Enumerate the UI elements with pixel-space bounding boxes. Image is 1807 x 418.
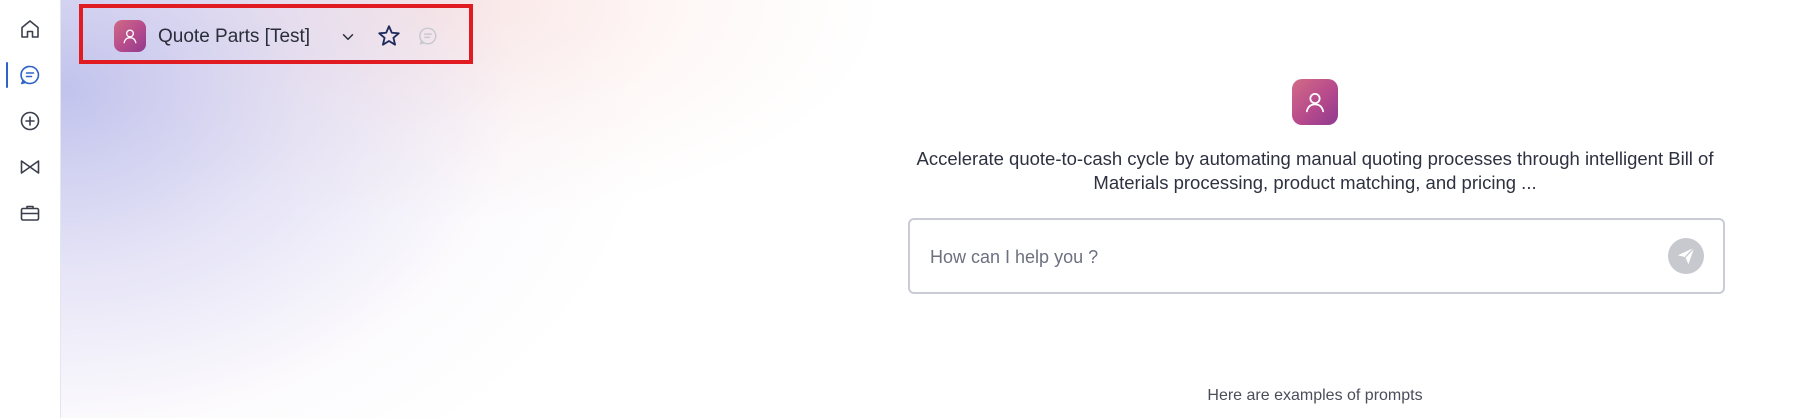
agent-selector-highlight: Quote Parts [Test] xyxy=(79,4,473,64)
add-circle-icon xyxy=(20,111,40,131)
agent-name[interactable]: Quote Parts [Test] xyxy=(158,26,310,48)
nav-home-button[interactable] xyxy=(15,14,45,44)
agent-hero-avatar xyxy=(1292,79,1338,125)
prompt-box xyxy=(908,218,1725,294)
agent-avatar xyxy=(114,20,146,52)
person-icon xyxy=(1305,92,1325,113)
person-icon xyxy=(123,29,137,44)
prompt-input[interactable] xyxy=(928,240,1632,274)
examples-label: Here are examples of prompts xyxy=(1207,387,1423,404)
agent-description: Accelerate quote-to-cash cycle by automa… xyxy=(916,148,1714,193)
send-icon xyxy=(1677,247,1695,265)
bowtie-icon xyxy=(20,160,40,174)
send-button[interactable] xyxy=(1668,238,1704,274)
briefcase-icon xyxy=(20,205,40,221)
nav-add-button[interactable] xyxy=(15,106,45,136)
chat-icon xyxy=(20,65,40,85)
nav-agents-button[interactable] xyxy=(15,152,45,182)
active-indicator xyxy=(6,62,8,88)
favorite-star-icon[interactable] xyxy=(376,23,402,49)
app-window: Quote Parts [Test] Accelerate quote-to-c… xyxy=(0,0,1807,418)
left-nav-rail xyxy=(0,0,61,418)
nav-tools-button[interactable] xyxy=(15,198,45,228)
home-icon xyxy=(21,20,39,38)
chevron-down-icon[interactable] xyxy=(339,28,357,46)
new-chat-icon[interactable] xyxy=(417,25,439,47)
main-area: Quote Parts [Test] Accelerate quote-to-c… xyxy=(61,0,1807,418)
nav-chat-button[interactable] xyxy=(15,60,45,90)
